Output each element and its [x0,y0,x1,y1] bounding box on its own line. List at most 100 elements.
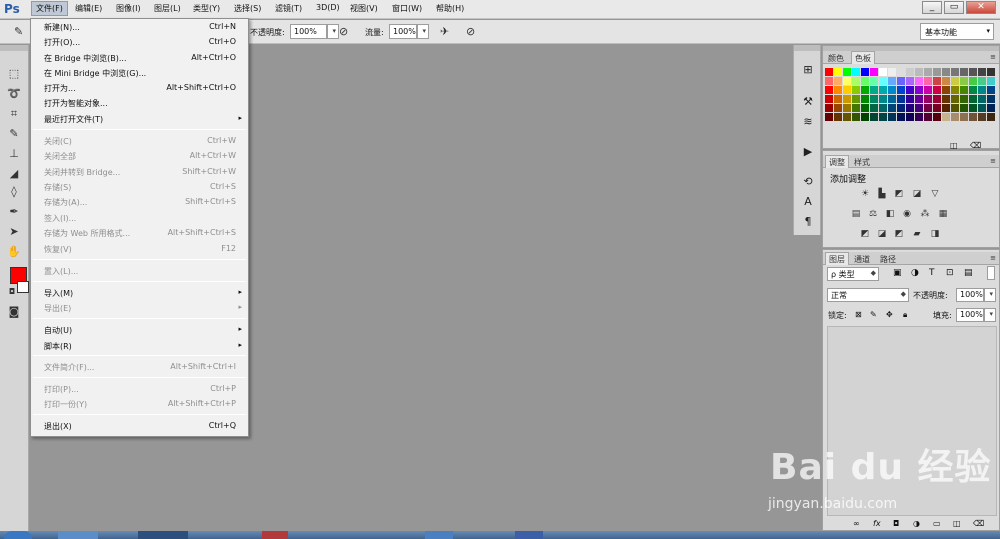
color-swatch[interactable] [942,104,950,112]
color-swatch[interactable] [969,104,977,112]
color-swatch[interactable] [978,104,986,112]
threshold-icon[interactable]: ◩ [893,229,905,239]
paragraph-icon[interactable]: ¶ [800,215,816,229]
menu-item-revert[interactable]: 恢复(V) F12 [31,242,248,257]
selective-color-icon[interactable]: ◨ [929,229,941,239]
color-swatch[interactable] [924,113,932,121]
color-swatch[interactable] [879,86,887,94]
new-swatch-icon[interactable]: ◫ [950,141,958,150]
fx-icon[interactable]: fx [873,519,881,528]
menu-item-print[interactable]: 打印(P)... Ctrl+P [31,382,248,397]
mask-icon[interactable]: ◘ [893,519,899,528]
filter-type-icon[interactable]: T [929,268,935,278]
tab-color[interactable]: 颜色 [825,52,847,64]
eraser-tool-icon[interactable]: ◢ [6,167,22,181]
color-swatch[interactable] [897,68,905,76]
menu-layer[interactable]: 图层(L) [153,3,182,14]
color-swatch[interactable] [987,104,995,112]
character-icon[interactable]: A [800,195,816,209]
color-swatch[interactable] [834,68,842,76]
color-swatch[interactable] [852,113,860,121]
airbrush-icon[interactable]: ✈ [440,25,449,38]
menu-image[interactable]: 图像(I) [115,3,142,14]
levels-icon[interactable]: ▙ [876,189,888,199]
taskbar-app-4[interactable] [425,531,453,539]
opacity-dropdown[interactable]: ▾ [327,24,339,39]
filter-smart-object-icon[interactable]: ▤ [964,268,973,278]
color-swatch[interactable] [978,68,986,76]
restore-button[interactable]: ▭ [944,1,964,14]
color-swatch[interactable] [978,86,986,94]
menu-item-place[interactable]: 置入(L)... [31,264,248,279]
minimize-button[interactable]: _ [922,1,942,14]
exposure-icon[interactable]: ◪ [911,189,923,199]
trash-icon[interactable]: ⌫ [973,519,984,528]
color-swatch[interactable] [834,77,842,85]
filter-shape-icon[interactable]: ⊡ [946,268,954,278]
group-icon[interactable]: ▭ [933,519,941,528]
color-swatch[interactable] [834,113,842,121]
gradient-map-icon[interactable]: ▰ [911,229,923,239]
hand-tool-icon[interactable]: ✋ [6,245,22,259]
color-swatch[interactable] [987,77,995,85]
menu-item-close-go-bridge[interactable]: 关闭并转到 Bridge... Shift+Ctrl+W [31,165,248,180]
menu-item-scripts[interactable]: 脚本(R) ▸ [31,339,248,354]
taskbar-app-5[interactable] [515,531,543,539]
clone-source-icon[interactable]: ⟲ [800,175,816,189]
color-swatch[interactable] [906,113,914,121]
color-swatch[interactable] [942,95,950,103]
menu-item-new[interactable]: 新建(N)... Ctrl+N [31,20,248,35]
menu-type[interactable]: 类型(Y) [192,3,221,14]
color-swatch[interactable] [897,77,905,85]
color-swatch[interactable] [969,113,977,121]
color-swatch[interactable] [870,104,878,112]
menu-item-automate[interactable]: 自动(U) ▸ [31,323,248,338]
taskbar-app-3[interactable] [262,531,288,539]
layer-opacity-field[interactable]: 100% [956,288,984,302]
panel-menu-icon[interactable]: ≡ [990,254,996,262]
color-swatch[interactable] [879,77,887,85]
pressure-opacity-icon[interactable]: ⊘ [339,25,348,38]
flow-dropdown[interactable]: ▾ [417,24,429,39]
color-swatch[interactable] [906,68,914,76]
color-swatch[interactable] [843,68,851,76]
color-swatch[interactable] [834,104,842,112]
color-swatch[interactable] [942,86,950,94]
color-swatch[interactable] [969,86,977,94]
color-swatch[interactable] [978,113,986,121]
lock-position-icon[interactable]: ✥ [886,310,893,319]
menu-file[interactable]: 文件(F) [31,1,68,16]
color-swatch[interactable] [960,68,968,76]
menu-edit[interactable]: 编辑(E) [74,3,103,14]
color-swatch[interactable] [897,86,905,94]
stamp-tool-icon[interactable]: ⊥ [6,147,22,161]
trash-icon[interactable]: ⌫ [970,141,981,150]
color-swatch[interactable] [897,113,905,121]
posterize-icon[interactable]: ◪ [876,229,888,239]
tab-swatches[interactable]: 色板 [851,51,875,64]
close-window-button[interactable]: ✕ [966,1,996,14]
color-swatch[interactable] [843,104,851,112]
color-swatch[interactable] [951,68,959,76]
layer-filter-dropdown[interactable]: ρ 类型 ◆ [827,267,879,281]
color-swatch[interactable] [969,77,977,85]
menu-item-save-for-web[interactable]: 存储为 Web 所用格式... Alt+Shift+Ctrl+S [31,226,248,241]
menu-item-close[interactable]: 关闭(C) Ctrl+W [31,134,248,149]
color-swatch[interactable] [834,86,842,94]
color-swatch[interactable] [897,104,905,112]
color-swatch[interactable] [906,86,914,94]
color-swatch[interactable] [933,95,941,103]
color-swatch[interactable] [969,68,977,76]
black-white-icon[interactable]: ◧ [884,209,896,219]
color-swatch[interactable] [915,86,923,94]
link-icon[interactable]: ∞ [853,519,860,528]
color-swatch[interactable] [879,104,887,112]
color-swatch[interactable] [888,113,896,121]
color-swatch[interactable] [915,104,923,112]
tab-channels[interactable]: 通道 [851,253,873,265]
color-swatch[interactable] [825,68,833,76]
color-swatch[interactable] [960,113,968,121]
color-swatch[interactable] [978,95,986,103]
color-swatch[interactable] [960,95,968,103]
photo-filter-icon[interactable]: ◉ [901,209,913,219]
